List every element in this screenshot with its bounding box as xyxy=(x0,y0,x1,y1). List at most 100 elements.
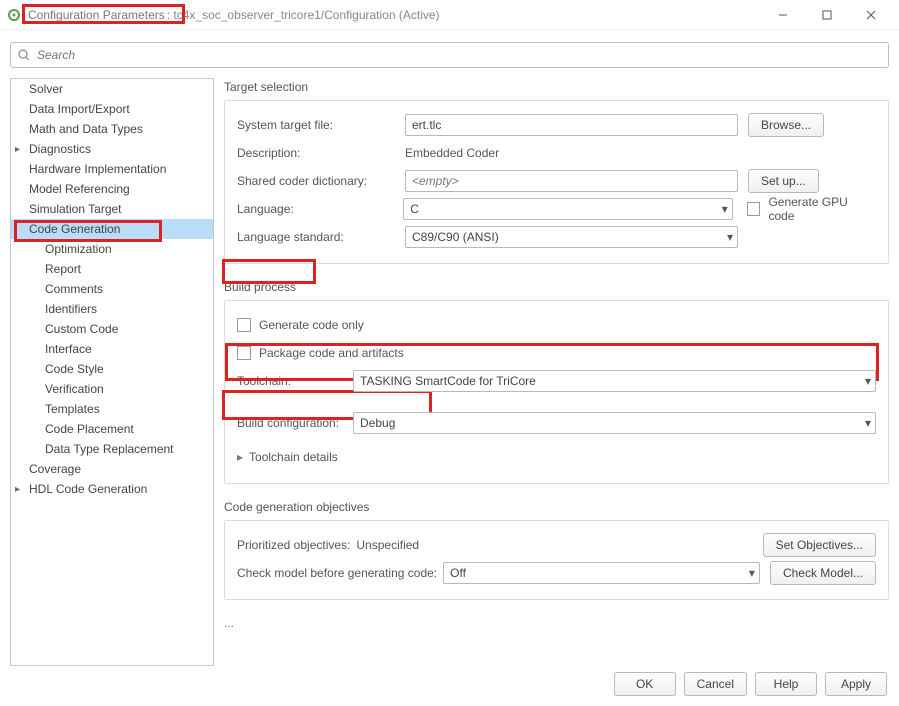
gen-code-only-checkbox[interactable] xyxy=(237,318,251,332)
sidebar-item-math-and-data-types[interactable]: Math and Data Types xyxy=(11,119,213,139)
package-code-label: Package code and artifacts xyxy=(259,346,404,360)
sidebar-item-code-placement[interactable]: Code Placement xyxy=(11,419,213,439)
description-label: Description: xyxy=(237,146,405,160)
sidebar-item-code-generation[interactable]: Code Generation xyxy=(11,219,213,239)
sidebar-item-report[interactable]: Report xyxy=(11,259,213,279)
app-icon xyxy=(6,7,22,23)
sidebar-item-label: Math and Data Types xyxy=(29,122,143,136)
sidebar-item-label: Code Placement xyxy=(45,422,134,436)
chevron-down-icon: ▾ xyxy=(865,416,871,430)
cancel-button[interactable]: Cancel xyxy=(684,672,747,696)
sidebar-item-label: Code Style xyxy=(45,362,104,376)
target-selection-box: System target file: Browse... Descriptio… xyxy=(224,100,889,264)
caret-right-icon: ▸ xyxy=(15,484,20,495)
sidebar-item-label: Model Referencing xyxy=(29,182,130,196)
sidebar-item-identifiers[interactable]: Identifiers xyxy=(11,299,213,319)
window-title-rest: : tc4x_soc_observer_tricore1/Configurati… xyxy=(165,8,761,22)
sidebar-item-label: Diagnostics xyxy=(29,142,91,156)
sidebar-item-label: Custom Code xyxy=(45,322,118,336)
close-button[interactable] xyxy=(849,0,893,30)
check-select[interactable]: Off ▾ xyxy=(443,562,760,584)
check-model-button[interactable]: Check Model... xyxy=(770,561,876,585)
language-value: C xyxy=(410,202,419,216)
sidebar-item-hdl-code-generation[interactable]: ▸ HDL Code Generation xyxy=(11,479,213,499)
minimize-button[interactable] xyxy=(761,0,805,30)
sidebar-item-label: Coverage xyxy=(29,462,81,476)
search-icon xyxy=(17,48,31,62)
build-cfg-value: Debug xyxy=(360,416,395,430)
sidebar-item-hardware-implementation[interactable]: Hardware Implementation xyxy=(11,159,213,179)
chevron-down-icon: ▾ xyxy=(722,202,728,216)
ok-button[interactable]: OK xyxy=(614,672,676,696)
sidebar-item-diagnostics[interactable]: ▸Diagnostics xyxy=(11,139,213,159)
sidebar-item-label: Hardware Implementation xyxy=(29,162,166,176)
sidebar-item-templates[interactable]: Templates xyxy=(11,399,213,419)
sidebar-item-solver[interactable]: Solver xyxy=(11,79,213,99)
search-box[interactable] xyxy=(10,42,889,68)
sidebar-item-label: Identifiers xyxy=(45,302,97,316)
check-value: Off xyxy=(450,566,466,580)
system-target-file-field[interactable] xyxy=(405,114,738,136)
objectives-box: Prioritized objectives: Unspecified Set … xyxy=(224,520,889,600)
sidebar-item-label: Data Import/Export xyxy=(29,102,130,116)
search-input[interactable] xyxy=(37,48,882,62)
language-select[interactable]: C ▾ xyxy=(403,198,733,220)
chevron-down-icon: ▾ xyxy=(727,230,733,244)
build-cfg-label: Build configuration: xyxy=(237,416,353,430)
caret-right-icon[interactable]: ▸ xyxy=(237,450,243,464)
gpu-checkbox[interactable] xyxy=(747,202,761,216)
sidebar-item-simulation-target[interactable]: Simulation Target xyxy=(11,199,213,219)
sidebar-item-label: Verification xyxy=(45,382,104,396)
sidebar-item-interface[interactable]: Interface xyxy=(11,339,213,359)
sidebar-item-optimization[interactable]: Optimization xyxy=(11,239,213,259)
window-title-highlight: Configuration Parameters xyxy=(28,8,165,22)
build-cfg-select[interactable]: Debug ▾ xyxy=(353,412,876,434)
sidebar-item-code-style[interactable]: Code Style xyxy=(11,359,213,379)
content-pane: Target selection System target file: Bro… xyxy=(214,78,889,666)
lang-std-select[interactable]: C89/C90 (ANSI) ▾ xyxy=(405,226,738,248)
sidebar-item-label: Templates xyxy=(45,402,100,416)
sidebar-item-label: HDL Code Generation xyxy=(29,482,147,496)
sidebar-item-custom-code[interactable]: Custom Code xyxy=(11,319,213,339)
sidebar-item-label: Interface xyxy=(45,342,92,356)
sidebar-item-comments[interactable]: Comments xyxy=(11,279,213,299)
description-value: Embedded Coder xyxy=(405,146,499,160)
build-process-title: Build process xyxy=(224,280,889,294)
sidebar-item-coverage[interactable]: Coverage xyxy=(11,459,213,479)
language-label: Language: xyxy=(237,202,403,216)
sidebar-item-label: Data Type Replacement xyxy=(45,442,174,456)
toolchain-select[interactable]: TASKING SmartCode for TriCore ▾ xyxy=(353,370,876,392)
maximize-button[interactable] xyxy=(805,0,849,30)
setup-button[interactable]: Set up... xyxy=(748,169,819,193)
target-selection-title: Target selection xyxy=(224,80,889,94)
apply-button[interactable]: Apply xyxy=(825,672,887,696)
shared-dict-field[interactable] xyxy=(405,170,738,192)
build-process-box: Generate code only Package code and arti… xyxy=(224,300,889,484)
more-indicator[interactable]: ... xyxy=(224,616,889,630)
sidebar-item-data-type-replacement[interactable]: Data Type Replacement xyxy=(11,439,213,459)
sidebar-item-data-import-export[interactable]: Data Import/Export xyxy=(11,99,213,119)
sidebar: Solver Data Import/Export Math and Data Ty… xyxy=(10,78,214,666)
toolchain-label: Toolchain: xyxy=(237,374,353,388)
sidebar-item-label: Solver xyxy=(29,82,63,96)
lang-std-value: C89/C90 (ANSI) xyxy=(412,230,499,244)
prioritized-label: Prioritized objectives: xyxy=(237,538,350,552)
sidebar-item-label: Code Generation xyxy=(29,222,120,236)
browse-button[interactable]: Browse... xyxy=(748,113,824,137)
dialog-buttons: OK Cancel Help Apply xyxy=(614,672,887,696)
objectives-title: Code generation objectives xyxy=(224,500,889,514)
system-target-file-label: System target file: xyxy=(237,118,405,132)
sidebar-item-label: Simulation Target xyxy=(29,202,122,216)
title-bar: Configuration Parameters : tc4x_soc_obse… xyxy=(0,0,899,30)
package-code-checkbox[interactable] xyxy=(237,346,251,360)
check-label: Check model before generating code: xyxy=(237,566,437,580)
lang-std-label: Language standard: xyxy=(237,230,405,244)
gen-code-only-label: Generate code only xyxy=(259,318,364,332)
sidebar-item-verification[interactable]: Verification xyxy=(11,379,213,399)
set-objectives-button[interactable]: Set Objectives... xyxy=(763,533,876,557)
help-button[interactable]: Help xyxy=(755,672,817,696)
sidebar-item-model-referencing[interactable]: Model Referencing xyxy=(11,179,213,199)
prioritized-value: Unspecified xyxy=(356,538,419,552)
toolchain-details[interactable]: Toolchain details xyxy=(249,450,338,464)
toolchain-value: TASKING SmartCode for TriCore xyxy=(360,374,536,388)
